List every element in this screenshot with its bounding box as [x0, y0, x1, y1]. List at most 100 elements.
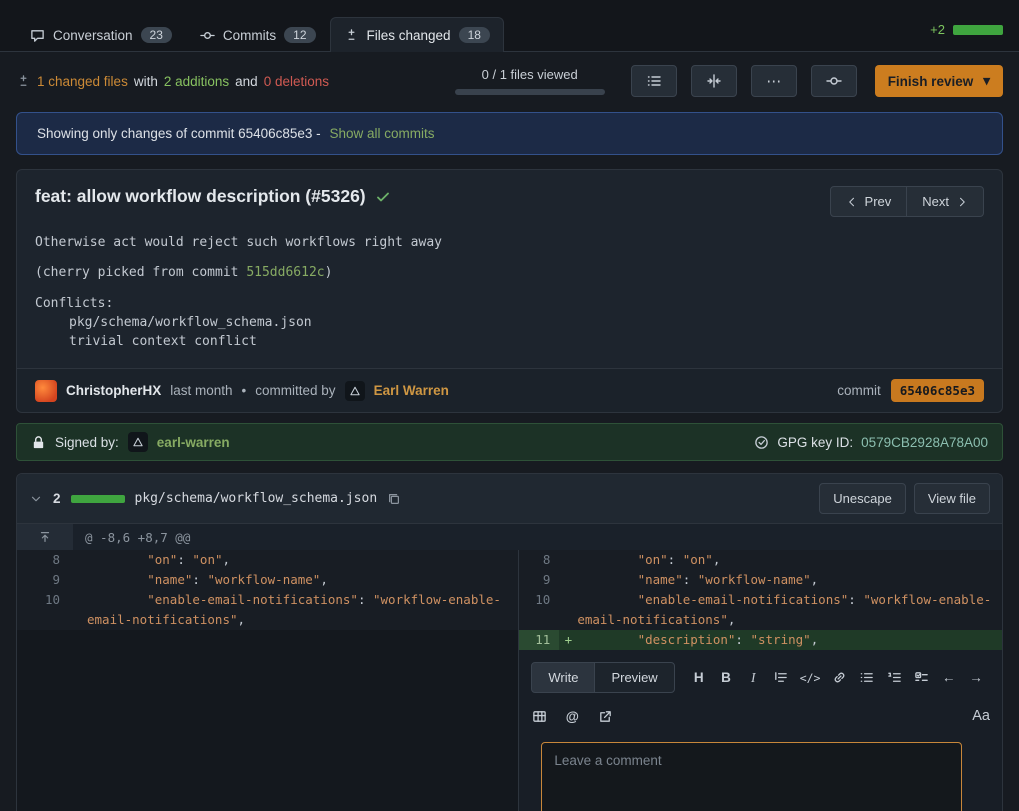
- commit-sha-group: commit 65406c85e3: [837, 379, 984, 402]
- committer-name[interactable]: Earl Warren: [374, 383, 449, 398]
- commit-filter-notice: Showing only changes of commit 65406c85e…: [16, 112, 1003, 155]
- arrow-right-icon[interactable]: →: [968, 670, 984, 685]
- heading-icon[interactable]: H: [691, 670, 707, 685]
- conflict-file: pkg/schema/workflow_schema.json: [35, 315, 984, 331]
- commit-cherry-pick-line: (cherry picked from commit 515dd6612c): [35, 265, 984, 281]
- line-number[interactable]: 8: [17, 550, 69, 570]
- deletions-text: 0 deletions: [264, 74, 329, 89]
- new-side-rows: 8 "on": "on",9 "name": "workflow-name",1…: [519, 550, 1002, 650]
- copy-icon[interactable]: [387, 492, 401, 506]
- gpg-signature-row: Signed by: earl-warren GPG key ID: 0579C…: [16, 423, 1003, 461]
- bullet-list-icon[interactable]: [859, 670, 875, 685]
- commit-label: commit: [837, 383, 881, 398]
- write-tab[interactable]: Write: [531, 662, 595, 693]
- line-number[interactable]: 8: [519, 550, 559, 570]
- changed-files-link[interactable]: 1 changed files: [37, 74, 128, 89]
- diff-file-panel: 2 pkg/schema/workflow_schema.json Unesca…: [16, 473, 1003, 811]
- diff-code: "name": "workflow-name",: [87, 570, 518, 590]
- editor-toolbar: H B I </> ← →: [675, 670, 990, 686]
- diff-old-side: 8 "on": "on",9 "name": "workflow-name",1…: [17, 550, 519, 811]
- committed-by-label: committed by: [255, 383, 335, 398]
- cross-reference-icon[interactable]: [597, 709, 613, 724]
- file-list-button[interactable]: [631, 65, 677, 97]
- line-number[interactable]: 10: [17, 590, 69, 630]
- view-file-button[interactable]: View file: [914, 483, 990, 514]
- tab-files-changed[interactable]: Files changed 18: [330, 17, 504, 52]
- commit-select-button[interactable]: [811, 65, 857, 97]
- pr-tab-bar: Conversation 23 Commits 12 Files changed…: [0, 0, 1019, 52]
- cherry-pick-hash[interactable]: 515dd6612c: [246, 265, 324, 280]
- lock-icon: [31, 435, 46, 450]
- old-diff-row: [17, 630, 518, 650]
- chevron-left-icon: [846, 196, 858, 208]
- diff-code: "description": "string",: [577, 630, 1002, 650]
- tab-bar-diff-stats: +2: [930, 22, 1003, 51]
- triangle-logo-icon: [349, 385, 361, 397]
- font-toggle-icon[interactable]: Aa: [972, 708, 990, 724]
- conflict-note: trivial context conflict: [35, 334, 984, 350]
- italic-icon[interactable]: I: [745, 670, 761, 686]
- old-diff-row: 10 "enable-email-notifications": "workfl…: [17, 590, 518, 630]
- commit-author-row: ChristopherHX last month • committed by …: [17, 368, 1002, 412]
- editor-tabs: Write Preview: [531, 662, 674, 693]
- committer-avatar[interactable]: [345, 381, 365, 401]
- split-view-button[interactable]: [691, 65, 737, 97]
- tab-conversation[interactable]: Conversation 23: [16, 17, 186, 52]
- split-columns-icon: [706, 73, 722, 89]
- verified-icon: [754, 435, 769, 450]
- cherry-prefix: (cherry picked from commit: [35, 265, 246, 280]
- mention-icon[interactable]: @: [564, 709, 580, 724]
- diff-stat-bar: [953, 25, 1003, 35]
- line-number[interactable]: 11: [519, 630, 559, 650]
- files-viewed-label: 0 / 1 files viewed: [455, 67, 605, 82]
- task-list-icon[interactable]: [913, 670, 929, 685]
- authored-when: last month: [170, 383, 232, 398]
- diff-sign: [559, 570, 577, 590]
- diff-code: "enable-email-notifications": "workflow-…: [577, 590, 1002, 630]
- diff-summary-bar: 1 changed files with 2 additions and 0 d…: [0, 52, 1019, 110]
- link-icon[interactable]: [832, 670, 848, 685]
- new-diff-row: 11+ "description": "string",: [519, 630, 1002, 650]
- arrow-left-icon[interactable]: ←: [941, 670, 957, 685]
- additions-text: 2 additions: [164, 74, 229, 89]
- signer-avatar[interactable]: [128, 432, 148, 452]
- line-number[interactable]: 10: [519, 590, 559, 630]
- preview-tab[interactable]: Preview: [594, 662, 674, 693]
- editor-top-row: Write Preview H B I </>: [531, 662, 990, 693]
- author-avatar[interactable]: [35, 380, 57, 402]
- commit-message-body: Otherwise act would reject such workflow…: [17, 221, 1002, 368]
- signer-name[interactable]: earl-warren: [157, 435, 230, 450]
- old-side-rows: 8 "on": "on",9 "name": "workflow-name",1…: [17, 550, 518, 650]
- diff-options-button[interactable]: ⋯: [751, 65, 797, 97]
- commit-title: feat: allow workflow description (#5326): [35, 186, 391, 207]
- finish-review-button[interactable]: Finish review ▾: [875, 65, 1003, 97]
- bold-icon[interactable]: B: [718, 670, 734, 685]
- diff-sign: [69, 570, 87, 590]
- line-number[interactable]: 9: [519, 570, 559, 590]
- chevron-down-icon[interactable]: [29, 492, 43, 506]
- line-number[interactable]: [17, 630, 69, 650]
- line-number[interactable]: 9: [17, 570, 69, 590]
- old-side-filler: [17, 650, 518, 811]
- quote-icon[interactable]: [772, 670, 788, 685]
- unescape-button[interactable]: Unescape: [819, 483, 906, 514]
- expand-hunk-cell[interactable]: [17, 524, 73, 550]
- check-icon: [375, 189, 391, 205]
- next-commit-button[interactable]: Next: [906, 186, 984, 217]
- diff-code: [87, 630, 518, 650]
- comment-input[interactable]: [541, 742, 962, 811]
- numbered-list-icon[interactable]: [886, 670, 902, 685]
- prev-commit-button[interactable]: Prev: [830, 186, 908, 217]
- split-diff: 8 "on": "on",9 "name": "workflow-name",1…: [17, 550, 1002, 811]
- conflicts-title: Conflicts:: [35, 296, 984, 312]
- author-name[interactable]: ChristopherHX: [66, 383, 161, 398]
- gpg-key-label: GPG key ID:: [777, 435, 853, 450]
- show-all-commits-link[interactable]: Show all commits: [329, 126, 434, 141]
- table-icon[interactable]: [531, 709, 547, 724]
- commit-sha-badge[interactable]: 65406c85e3: [891, 379, 984, 402]
- code-icon[interactable]: </>: [800, 671, 821, 685]
- tab-commits[interactable]: Commits 12: [186, 17, 330, 52]
- commit-icon: [200, 28, 215, 43]
- file-name[interactable]: pkg/schema/workflow_schema.json: [135, 491, 378, 506]
- diff-sign: +: [559, 630, 577, 650]
